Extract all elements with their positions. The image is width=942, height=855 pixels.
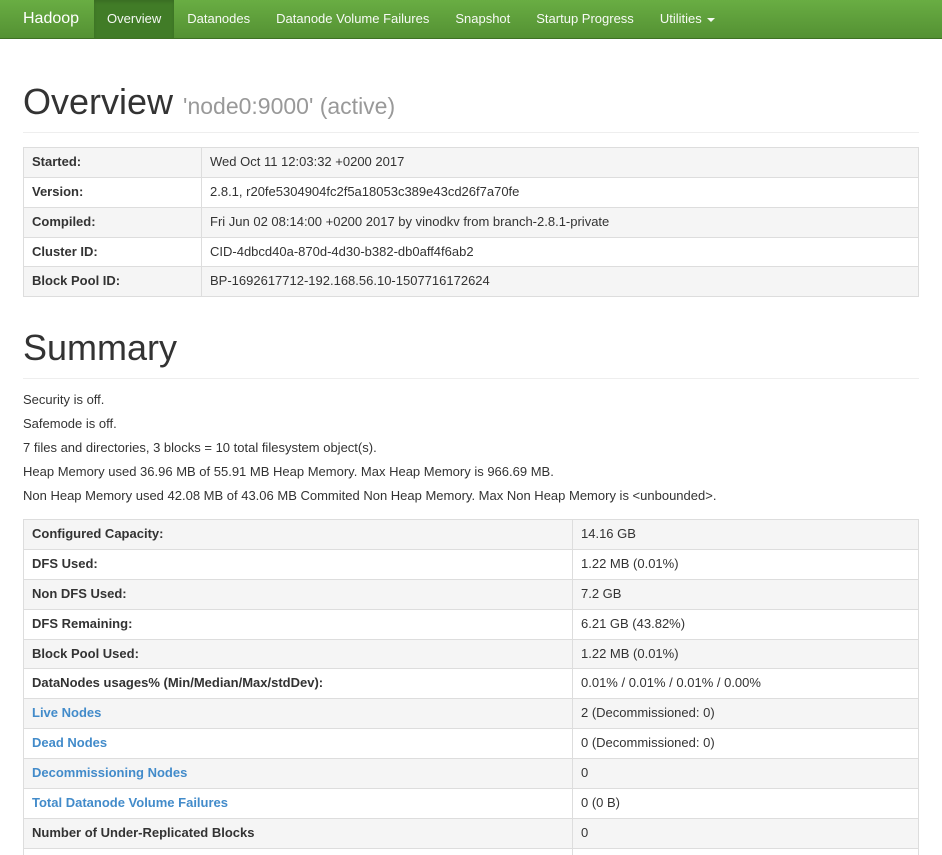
table-row: Total Datanode Volume Failures 0 (0 B) [23, 787, 919, 819]
row-label: Compiled: [23, 206, 202, 238]
nav-item-snapshot[interactable]: Snapshot [442, 0, 523, 38]
row-value: 2 (Decommissioned: 0) [572, 698, 919, 730]
row-label: Block Pool ID: [23, 266, 202, 298]
table-row: Configured Capacity: 14.16 GB [23, 519, 919, 551]
caret-down-icon [706, 17, 715, 22]
row-value: 0 (0 B) [572, 787, 919, 819]
page-title: Overview [23, 81, 174, 122]
cluster-info-table: Started: Wed Oct 11 12:03:32 +0200 2017 … [23, 147, 919, 298]
summary-text: Security is off. Safemode is off. 7 file… [23, 391, 919, 505]
table-row: DFS Used: 1.22 MB (0.01%) [23, 549, 919, 580]
table-row: Compiled: Fri Jun 02 08:14:00 +0200 2017… [23, 206, 919, 238]
row-value: 0 [572, 847, 919, 855]
navbar-brand[interactable]: Hadoop [8, 0, 94, 38]
live-nodes-link[interactable]: Live Nodes [32, 705, 101, 720]
row-value: 0 [572, 817, 919, 849]
nav-item-datanodes[interactable]: Datanodes [174, 0, 263, 38]
row-value: 6.21 GB (43.82%) [572, 608, 919, 640]
table-row: Decommissioning Nodes 0 [23, 757, 919, 789]
row-value: BP-1692617712-192.168.56.10-150771617262… [201, 266, 919, 298]
nav-item-utilities[interactable]: Utilities [647, 0, 728, 38]
table-row: DFS Remaining: 6.21 GB (43.82%) [23, 608, 919, 640]
nav-item-overview[interactable]: Overview [94, 0, 175, 38]
page-subtitle: 'node0:9000' (active) [183, 93, 396, 119]
row-value: Wed Oct 11 12:03:32 +0200 2017 [201, 147, 919, 178]
table-row: Cluster ID: CID-4dbcd40a-870d-4d30-b382-… [23, 236, 919, 268]
table-row: Block Pool Used: 1.22 MB (0.01%) [23, 638, 919, 670]
row-value: CID-4dbcd40a-870d-4d30-b382-db0aff4f6ab2 [201, 236, 919, 268]
row-value: 0 [572, 757, 919, 789]
row-value: 1.22 MB (0.01%) [572, 638, 919, 670]
summary-header: Summary [23, 327, 919, 380]
row-label: Number of Under-Replicated Blocks [23, 817, 573, 849]
table-row: Number of Under-Replicated Blocks 0 [23, 817, 919, 849]
table-row: Live Nodes 2 (Decommissioned: 0) [23, 698, 919, 730]
overview-header: Overview 'node0:9000' (active) [23, 81, 919, 133]
summary-paragraph: Non Heap Memory used 42.08 MB of 43.06 M… [23, 488, 717, 504]
row-label: Number of Blocks Pending Deletion [23, 847, 573, 855]
row-value: 0.01% / 0.01% / 0.01% / 0.00% [572, 668, 919, 700]
row-label: DFS Used: [23, 549, 573, 580]
table-row: Number of Blocks Pending Deletion 0 [23, 847, 919, 855]
dead-nodes-link[interactable]: Dead Nodes [32, 735, 107, 750]
row-label: Non DFS Used: [23, 578, 573, 610]
row-value: 2.8.1, r20fe5304904fc2f5a18053c389e43cd2… [201, 176, 919, 208]
top-navbar: Hadoop Overview Datanodes Datanode Volum… [0, 0, 942, 39]
row-label: Started: [23, 147, 202, 178]
summary-table: Configured Capacity: 14.16 GB DFS Used: … [23, 519, 919, 855]
row-label: Block Pool Used: [23, 638, 573, 670]
row-label: DFS Remaining: [23, 608, 573, 640]
summary-table-wrap: Configured Capacity: 14.16 GB DFS Used: … [23, 519, 919, 855]
nav-item-startup-progress[interactable]: Startup Progress [523, 0, 647, 38]
row-label: Version: [23, 176, 202, 208]
main-content: Overview 'node0:9000' (active) Started: … [0, 81, 942, 855]
row-label: Cluster ID: [23, 236, 202, 268]
table-row: Dead Nodes 0 (Decommissioned: 0) [23, 728, 919, 759]
row-label: DataNodes usages% (Min/Median/Max/stdDev… [23, 668, 573, 700]
summary-paragraph: 7 files and directories, 3 blocks = 10 t… [23, 440, 377, 456]
table-row: Started: Wed Oct 11 12:03:32 +0200 2017 [23, 147, 919, 178]
summary-title: Summary [23, 327, 178, 369]
total-datanode-volume-failures-link[interactable]: Total Datanode Volume Failures [32, 795, 228, 810]
table-row: Non DFS Used: 7.2 GB [23, 578, 919, 610]
row-value: 0 (Decommissioned: 0) [572, 728, 919, 759]
row-value: Fri Jun 02 08:14:00 +0200 2017 by vinodk… [201, 206, 919, 238]
summary-paragraph: Heap Memory used 36.96 MB of 55.91 MB He… [23, 464, 554, 480]
summary-paragraph: Safemode is off. [23, 416, 117, 432]
nav-item-datanode-volume-failures[interactable]: Datanode Volume Failures [263, 0, 442, 38]
table-row: Version: 2.8.1, r20fe5304904fc2f5a18053c… [23, 176, 919, 208]
row-value: 7.2 GB [572, 578, 919, 610]
nav-item-utilities-label: Utilities [659, 11, 702, 26]
summary-paragraph: Security is off. [23, 392, 105, 408]
row-label: Configured Capacity: [23, 519, 573, 551]
table-row: DataNodes usages% (Min/Median/Max/stdDev… [23, 668, 919, 700]
table-row: Block Pool ID: BP-1692617712-192.168.56.… [23, 266, 919, 298]
row-value: 14.16 GB [572, 519, 919, 551]
row-value: 1.22 MB (0.01%) [572, 549, 919, 580]
decommissioning-nodes-link[interactable]: Decommissioning Nodes [32, 765, 187, 780]
